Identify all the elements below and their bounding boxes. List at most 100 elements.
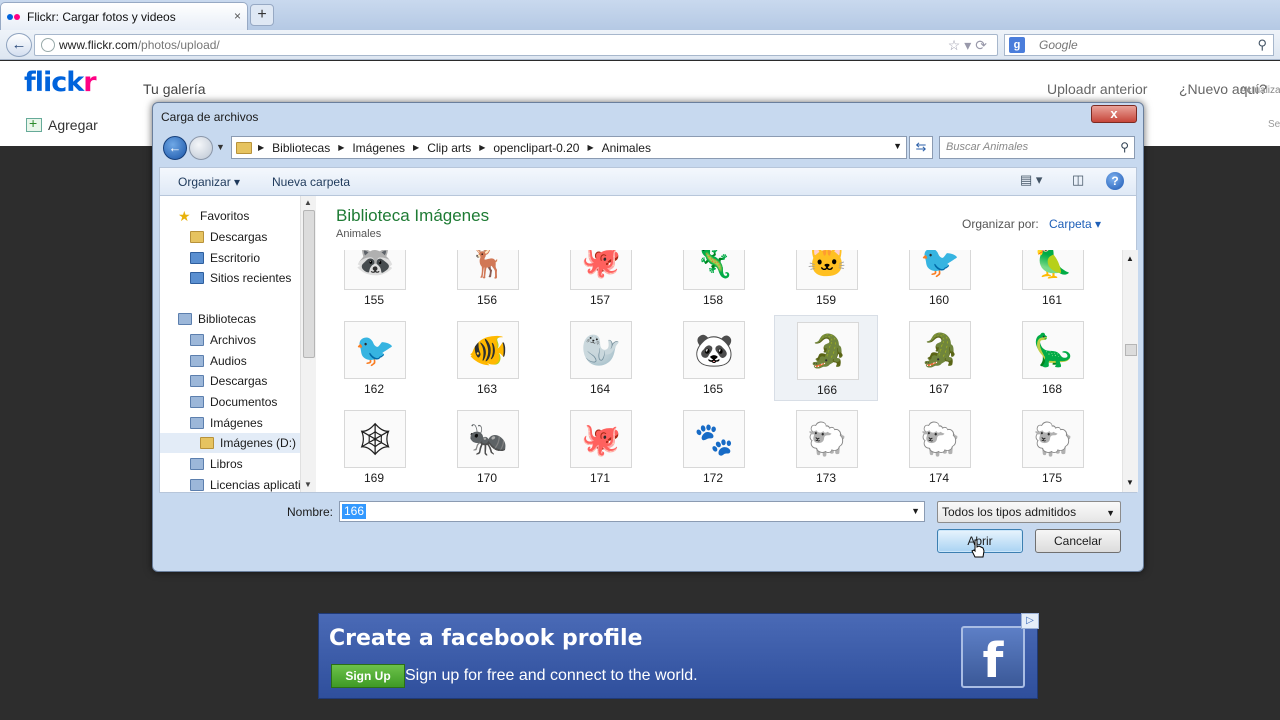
chevron-right-icon[interactable]: ▶ xyxy=(479,143,485,152)
view-options-icon[interactable]: ▤ ▾ xyxy=(1020,172,1042,188)
file-thumbnail: 🐑 xyxy=(1022,410,1084,468)
globe-icon xyxy=(41,38,55,52)
file-type-select[interactable]: Todos los tipos admitidos ▼ xyxy=(937,501,1121,523)
sidebar-item-libros[interactable]: Libros xyxy=(190,454,314,474)
flickr-logo[interactable]: flickr xyxy=(24,67,97,98)
signup-button[interactable]: Sign Up xyxy=(331,664,405,688)
file-item[interactable]: 🐜 170 xyxy=(435,404,539,490)
preview-pane-icon[interactable]: ◫ xyxy=(1072,172,1084,188)
file-item[interactable]: 🐱 159 xyxy=(774,250,878,312)
file-item[interactable]: 🐦 162 xyxy=(322,315,426,401)
tab-close-icon[interactable]: × xyxy=(234,9,241,23)
library-icon xyxy=(190,417,204,429)
file-item[interactable]: 🦕 168 xyxy=(1000,315,1104,401)
file-item[interactable]: 🐑 173 xyxy=(774,404,878,490)
bookmark-star-icon[interactable]: ☆▾⟳ xyxy=(948,37,991,54)
new-tab-button[interactable]: + xyxy=(250,4,274,26)
file-grid-scrollbar[interactable]: ▲ ▼ xyxy=(1122,250,1138,492)
agregar-label: Agregar xyxy=(48,117,98,133)
file-item[interactable]: 🐊 166 xyxy=(774,315,878,401)
dialog-search-input[interactable]: Buscar Animales ⚲ xyxy=(939,136,1135,159)
file-grid: 🦝 155 🦌 156 🐙 157 🦎 158 🐱 159 🐦 160 🦜 161 🐦 162 🐠 163 🦭 164… xyxy=(318,250,1120,492)
file-thumbnail: 🐊 xyxy=(797,322,859,380)
chevron-right-icon[interactable]: ▶ xyxy=(587,143,593,152)
actualiza-link[interactable]: Actualiza xyxy=(1240,85,1280,96)
file-item[interactable]: 🦎 158 xyxy=(661,250,765,312)
help-icon[interactable]: ? xyxy=(1106,172,1124,190)
uploadr-anterior-link[interactable]: Uploadr anterior xyxy=(1047,81,1147,97)
file-name: 163 xyxy=(476,382,498,396)
scroll-thumb[interactable] xyxy=(1125,344,1137,356)
sidebar-item-imagenes[interactable]: Imágenes xyxy=(190,413,314,433)
dialog-forward-button[interactable] xyxy=(189,136,213,160)
select-link[interactable]: Se xyxy=(1268,119,1280,130)
chevron-right-icon[interactable]: ▶ xyxy=(338,143,344,152)
sidebar-item-archivos[interactable]: Archivos xyxy=(190,330,314,350)
google-icon[interactable]: g xyxy=(1009,37,1025,53)
chevron-down-icon[interactable]: ▼ xyxy=(911,506,920,516)
file-item[interactable]: 🦝 155 xyxy=(322,250,426,312)
file-item[interactable]: 🐑 175 xyxy=(1000,404,1104,490)
cancel-button[interactable]: Cancelar xyxy=(1035,529,1121,553)
sidebar-item-favoritos[interactable]: ★ Favoritos xyxy=(178,206,314,226)
file-item[interactable]: 🐦 160 xyxy=(887,250,991,312)
sidebar-item-imagenes-d[interactable]: Imágenes (D:) xyxy=(160,433,300,453)
nav-galeria[interactable]: Tu galería xyxy=(143,81,206,97)
file-item[interactable]: 🐊 167 xyxy=(887,315,991,401)
file-item[interactable]: 🐾 172 xyxy=(661,404,765,490)
file-item[interactable]: 🦭 164 xyxy=(548,315,652,401)
file-thumbnail: 🦭 xyxy=(570,321,632,379)
new-folder-button[interactable]: Nueva carpeta xyxy=(272,175,350,189)
browser-search-box[interactable]: g Google ⚲ xyxy=(1004,34,1274,56)
dialog-back-button[interactable]: ← xyxy=(163,136,187,160)
address-bar[interactable]: www.flickr.com/photos/upload/ ☆▾⟳ xyxy=(34,34,998,56)
ad-tagline: Sign up for free and connect to the worl… xyxy=(405,667,698,684)
file-item[interactable]: 🦌 156 xyxy=(435,250,539,312)
breadcrumb-item[interactable]: Imágenes xyxy=(352,141,405,155)
file-thumbnail: 🐜 xyxy=(457,410,519,468)
arrange-by-dropdown[interactable]: Carpeta ▾ xyxy=(1049,217,1101,231)
scroll-down-icon[interactable]: ▼ xyxy=(304,480,312,489)
chevron-right-icon[interactable]: ▶ xyxy=(413,143,419,152)
breadcrumb-item[interactable]: Animales xyxy=(602,141,651,155)
file-item[interactable]: 🐑 174 xyxy=(887,404,991,490)
history-dropdown-icon[interactable]: ▼ xyxy=(216,142,225,152)
breadcrumb-item[interactable]: openclipart-0.20 xyxy=(493,141,579,155)
sidebar-item-descargas[interactable]: Descargas xyxy=(190,227,314,247)
adchoices-icon[interactable]: ▷ xyxy=(1021,613,1039,629)
sidebar-item-descargas-lib[interactable]: Descargas xyxy=(190,371,314,391)
scroll-up-icon[interactable]: ▲ xyxy=(1126,254,1134,263)
scroll-up-icon[interactable]: ▲ xyxy=(304,198,312,207)
file-item[interactable]: 🐙 157 xyxy=(548,250,652,312)
chevron-down-icon[interactable]: ▼ xyxy=(893,141,902,151)
refresh-button[interactable]: ⇆ xyxy=(909,136,933,159)
agregar-button[interactable]: Agregar xyxy=(26,115,98,133)
file-thumbnail: 🐑 xyxy=(909,410,971,468)
scroll-thumb[interactable] xyxy=(303,210,315,358)
breadcrumb-item[interactable]: Clip arts xyxy=(427,141,471,155)
dialog-close-button[interactable]: x xyxy=(1091,105,1137,123)
sidebar-item-sitios-recientes[interactable]: Sitios recientes xyxy=(190,268,314,288)
file-item[interactable]: 🐠 163 xyxy=(435,315,539,401)
sidebar-item-audios[interactable]: Audios xyxy=(190,351,314,371)
breadcrumb[interactable]: ▶ Bibliotecas ▶ Imágenes ▶ Clip arts ▶ o… xyxy=(231,136,907,159)
sidebar-item-bibliotecas[interactable]: Bibliotecas xyxy=(178,309,314,329)
file-item[interactable]: 🐙 171 xyxy=(548,404,652,490)
chevron-right-icon[interactable]: ▶ xyxy=(258,143,264,152)
library-icon xyxy=(190,355,204,367)
sidebar-item-documentos[interactable]: Documentos xyxy=(190,392,314,412)
browser-tab[interactable]: Flickr: Cargar fotos y videos × xyxy=(0,2,248,30)
sidebar-item-licencias[interactable]: Licencias aplicati xyxy=(190,475,314,492)
search-icon[interactable]: ⚲ xyxy=(1257,37,1267,53)
file-name-input[interactable]: 166 ▼ xyxy=(339,501,925,522)
file-item[interactable]: 🕸 169 xyxy=(322,404,426,490)
scroll-down-icon[interactable]: ▼ xyxy=(1126,478,1134,487)
facebook-ad-banner[interactable]: Create a facebook profile Sign Up Sign u… xyxy=(318,613,1039,699)
breadcrumb-item[interactable]: Bibliotecas xyxy=(272,141,330,155)
file-item[interactable]: 🐼 165 xyxy=(661,315,765,401)
sidebar-item-escritorio[interactable]: Escritorio xyxy=(190,248,314,268)
back-button[interactable]: ← xyxy=(6,33,32,57)
sidebar-scrollbar[interactable]: ▲ ▼ xyxy=(300,196,316,492)
organize-menu[interactable]: Organizar ▾ xyxy=(178,175,240,189)
file-item[interactable]: 🦜 161 xyxy=(1000,250,1104,312)
